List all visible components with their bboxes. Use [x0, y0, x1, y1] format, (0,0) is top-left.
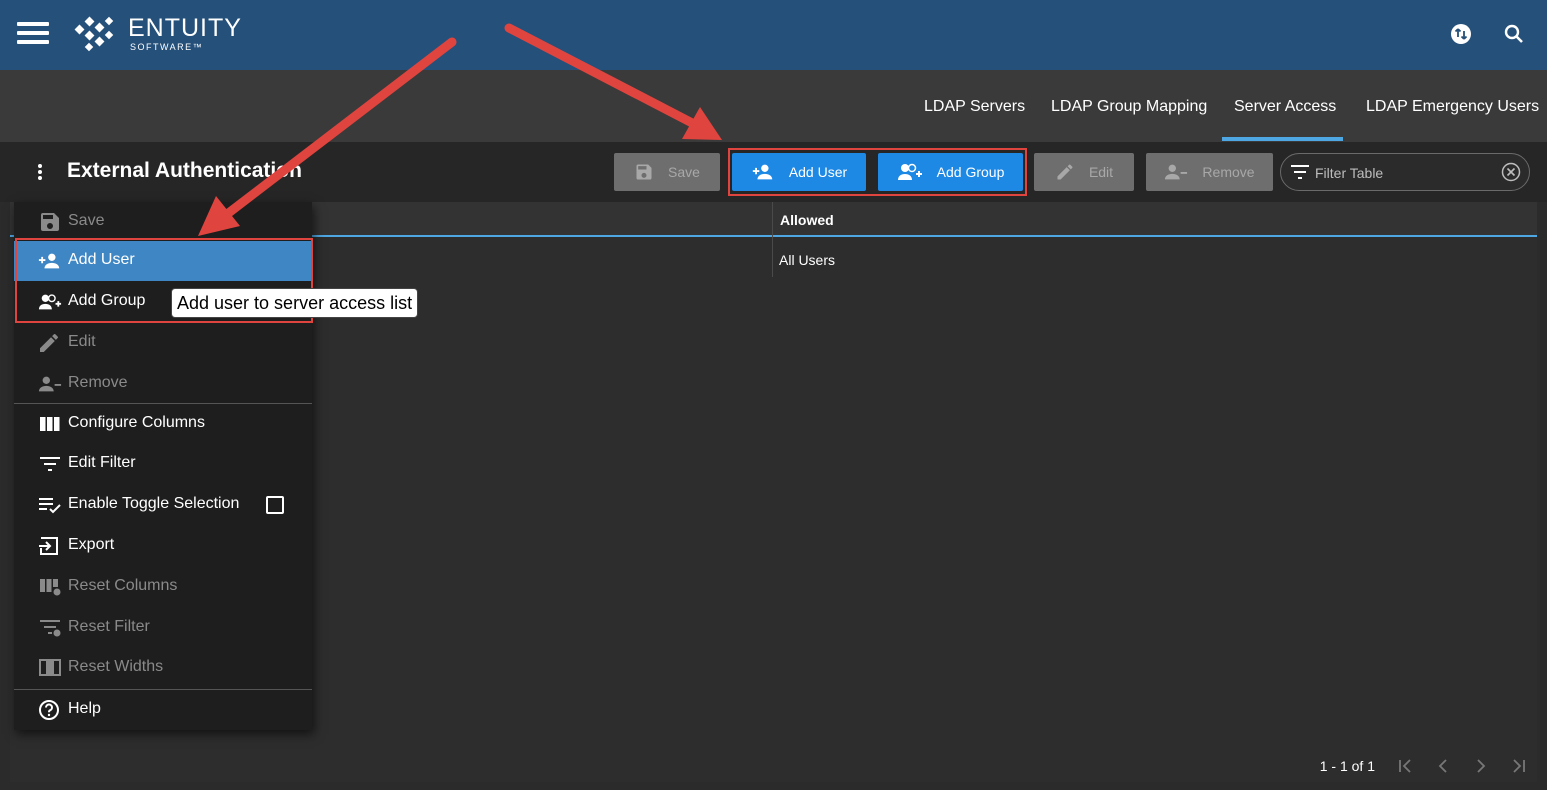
menu-item-reset-columns[interactable]: Reset Columns	[14, 567, 312, 607]
tab-bar: LDAP Servers LDAP Group Mapping Server A…	[0, 70, 1547, 142]
tab-ldap-emergency-users[interactable]: LDAP Emergency Users	[1366, 98, 1539, 116]
tooltip: Add user to server access list	[171, 288, 419, 318]
menu-item-label: Reset Filter	[68, 618, 150, 635]
menu-item-label: Export	[68, 536, 115, 553]
save-button-label: Save	[668, 164, 700, 180]
logo-icon	[74, 16, 114, 52]
save-icon	[41, 213, 59, 231]
add-group-icon	[38, 294, 62, 310]
save-icon	[636, 164, 652, 180]
sync-icon[interactable]	[1449, 22, 1473, 46]
add-user-icon	[38, 253, 60, 269]
filter-icon	[40, 457, 60, 471]
edit-button-label: Edit	[1088, 164, 1114, 180]
menu-item-add-user[interactable]: Add User	[14, 241, 312, 281]
reset-widths-icon	[39, 659, 61, 676]
menu-item-save[interactable]: Save	[14, 202, 312, 242]
menu-item-label: Enable Toggle Selection	[68, 495, 240, 512]
menu-icon[interactable]	[17, 22, 49, 44]
menu-item-label: Add User	[68, 251, 135, 268]
menu-item-label: Edit	[68, 333, 96, 350]
toggle-selection-icon	[39, 498, 61, 514]
search-icon[interactable]	[1502, 22, 1526, 46]
next-page-icon[interactable]	[1473, 758, 1489, 774]
app-header: ENTUITY SOFTWARE™	[0, 0, 1547, 70]
add-group-button-label: Add Group	[936, 164, 1005, 180]
more-options-icon[interactable]	[33, 164, 47, 182]
logo-text: ENTUITY	[128, 14, 242, 42]
filter-icon	[1291, 165, 1309, 179]
table-cell-allowed[interactable]: All Users	[779, 252, 835, 268]
pagination: 1 - 1 of 1	[1320, 758, 1527, 774]
menu-item-label: Help	[68, 700, 101, 717]
remove-button-label: Remove	[1202, 164, 1255, 180]
menu-item-label: Reset Columns	[68, 577, 178, 594]
menu-item-label: Add Group	[68, 292, 146, 309]
add-group-icon	[897, 163, 922, 180]
active-tab-indicator	[1222, 137, 1343, 141]
remove-button[interactable]: Remove	[1146, 153, 1273, 191]
tab-ldap-servers[interactable]: LDAP Servers	[924, 98, 1025, 116]
edit-button[interactable]: Edit	[1034, 153, 1134, 191]
remove-user-icon	[1165, 164, 1188, 180]
menu-item-edit-filter[interactable]: Edit Filter	[14, 444, 312, 484]
add-user-button-label: Add User	[788, 164, 848, 180]
menu-item-reset-filter[interactable]: Reset Filter	[14, 608, 312, 648]
save-button[interactable]: Save	[614, 153, 720, 191]
add-user-icon	[752, 164, 773, 180]
reset-columns-icon	[40, 579, 61, 596]
toggle-selection-checkbox[interactable]	[266, 496, 284, 514]
menu-item-enable-toggle-selection[interactable]: Enable Toggle Selection	[14, 485, 312, 525]
menu-item-label: Save	[68, 212, 105, 229]
pencil-icon	[1057, 164, 1073, 180]
toolbar: External Authentication Save Add User Ad…	[0, 142, 1547, 202]
add-group-button[interactable]: Add Group	[878, 153, 1023, 191]
help-icon	[39, 700, 59, 720]
prev-page-icon[interactable]	[1435, 758, 1451, 774]
page-title: External Authentication	[67, 159, 302, 182]
column-header-allowed[interactable]: Allowed	[780, 212, 834, 228]
tab-ldap-group-mapping[interactable]: LDAP Group Mapping	[1051, 98, 1207, 116]
clear-filter-icon[interactable]	[1501, 162, 1521, 182]
remove-user-icon	[38, 376, 62, 392]
menu-item-label: Reset Widths	[68, 658, 164, 675]
export-icon	[39, 537, 58, 555]
menu-item-configure-columns[interactable]: Configure Columns	[14, 404, 312, 444]
last-page-icon[interactable]	[1511, 758, 1527, 774]
menu-item-help[interactable]: Help	[14, 690, 312, 730]
menu-item-label: Remove	[68, 374, 128, 391]
first-page-icon[interactable]	[1397, 758, 1413, 774]
menu-item-edit[interactable]: Edit	[14, 323, 312, 363]
add-user-button[interactable]: Add User	[732, 153, 866, 191]
logo-subtext: SOFTWARE™	[130, 42, 204, 52]
tab-server-access[interactable]: Server Access	[1234, 98, 1336, 116]
menu-item-reset-widths[interactable]: Reset Widths	[14, 648, 312, 688]
options-menu: Save Add User Add Group Edit Remove Conf…	[14, 202, 312, 730]
pencil-icon	[40, 334, 58, 352]
column-divider[interactable]	[772, 202, 773, 277]
menu-item-label: Edit Filter	[68, 454, 136, 471]
pager-text: 1 - 1 of 1	[1319, 758, 1375, 774]
menu-item-label: Configure Columns	[68, 414, 205, 431]
menu-item-export[interactable]: Export	[14, 526, 312, 566]
menu-item-remove[interactable]: Remove	[14, 364, 312, 404]
columns-icon	[40, 417, 60, 431]
filter-table-field[interactable]	[1280, 153, 1530, 191]
filter-input[interactable]	[1315, 162, 1495, 184]
reset-filter-icon	[40, 620, 61, 637]
